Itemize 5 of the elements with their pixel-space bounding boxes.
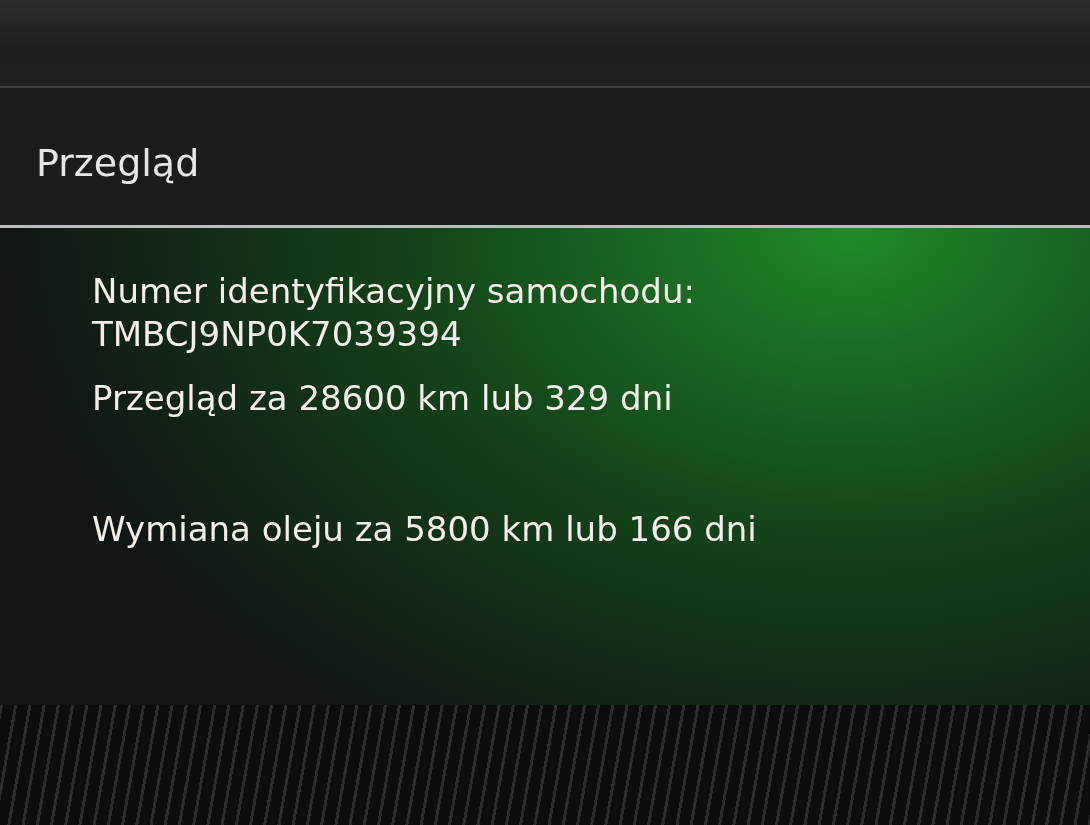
service-info: Przegląd za 28600 km lub 329 dni	[92, 377, 674, 420]
page-title: Przegląd	[36, 140, 200, 185]
vin-label: Numer identyfikacyjny samochodu:	[92, 270, 696, 313]
vin-value: TMBCJ9NP0K7039394	[92, 312, 463, 355]
oil-change-info: Wymiana oleju za 5800 km lub 166 dni	[92, 507, 758, 550]
